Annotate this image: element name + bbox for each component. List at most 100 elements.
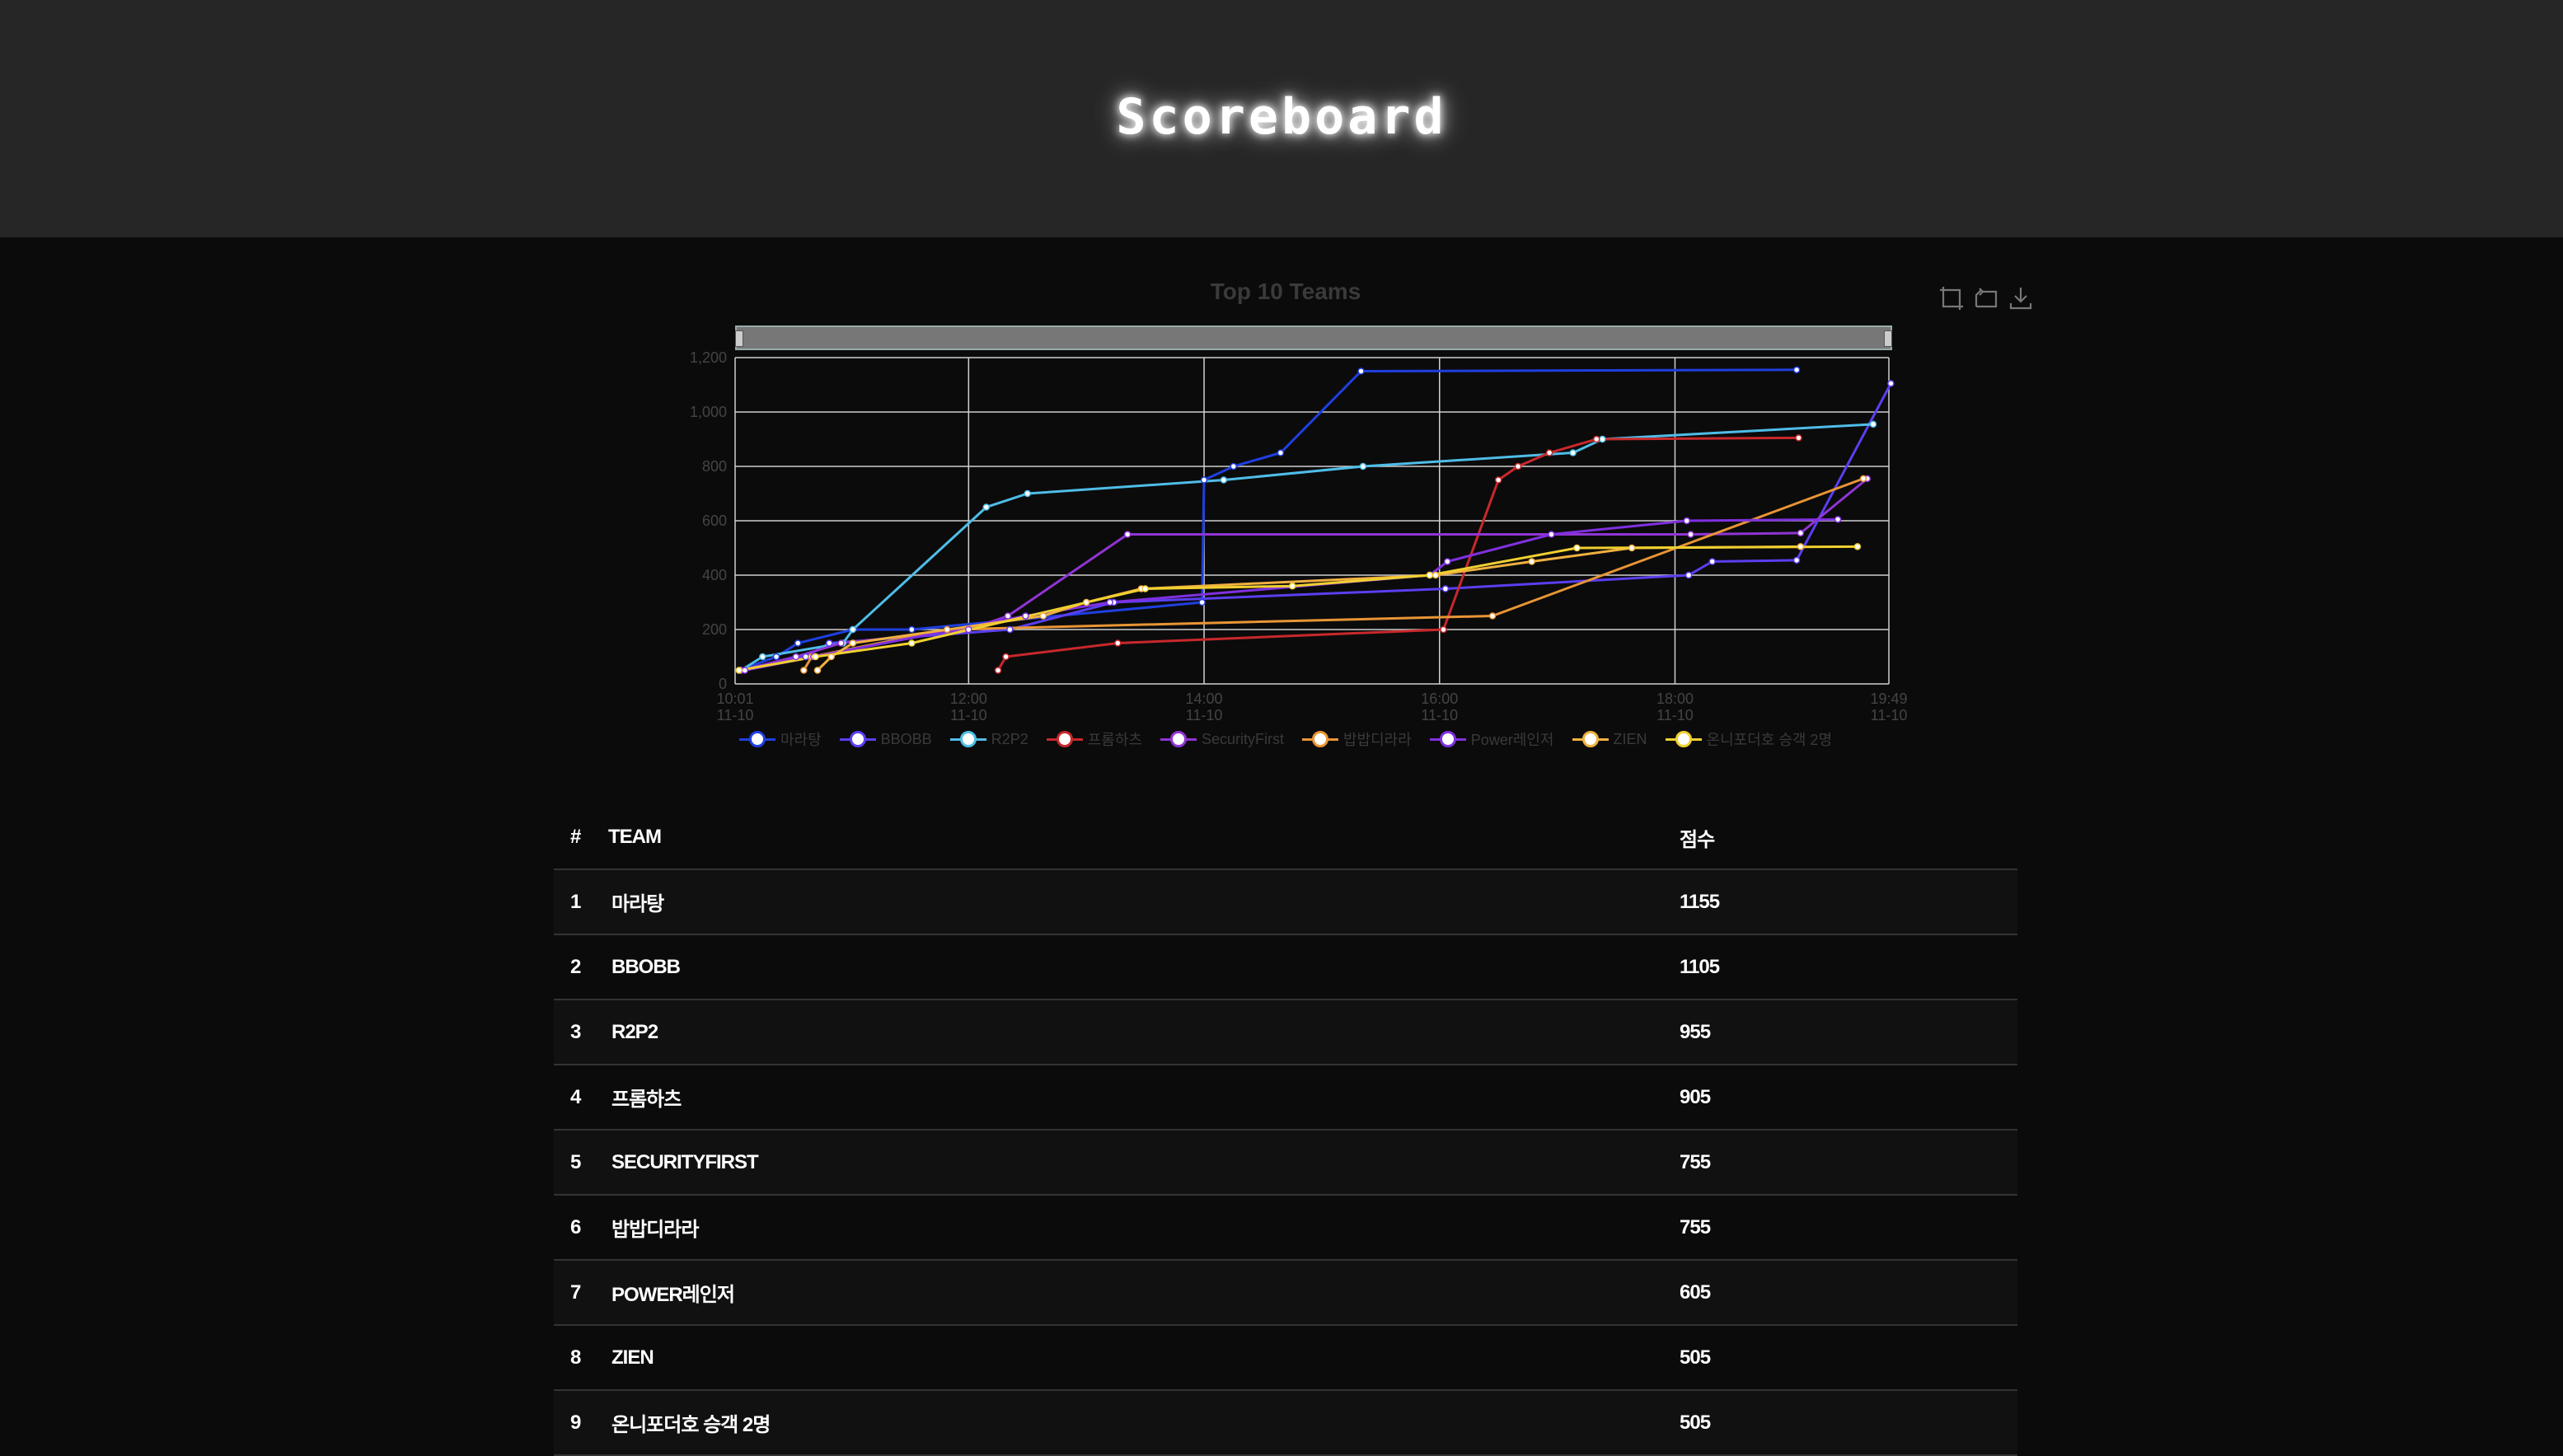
data-point	[1114, 639, 1122, 647]
data-point	[908, 625, 916, 634]
y-tick-label: 0	[719, 676, 727, 692]
legend-swatch-icon	[1160, 731, 1197, 747]
legend-swatch-icon	[1429, 731, 1466, 747]
score-line-chart: 02004006008001,0001,20010:0111-1012:0011…	[690, 349, 1908, 723]
series-line	[803, 477, 1864, 672]
data-point	[1002, 653, 1010, 661]
legend-label: 마라탕	[780, 732, 822, 748]
legend-item[interactable]: 온니포더호 승객 2명	[1665, 728, 1833, 750]
legend-item[interactable]: R2P2	[949, 728, 1028, 750]
data-point	[1006, 625, 1014, 634]
legend-item[interactable]: 마라탕	[738, 728, 822, 750]
team-cell[interactable]: POWER레인저	[592, 1260, 1663, 1326]
data-point	[1357, 368, 1365, 375]
team-name[interactable]: 프롬하츠	[611, 1088, 682, 1111]
team-cell[interactable]: SECURITYFIRST	[592, 1130, 1663, 1196]
x-tick-label: 12:00	[950, 691, 987, 707]
data-point	[1834, 516, 1842, 523]
y-tick-label: 400	[702, 567, 727, 583]
y-tick-label: 800	[702, 458, 727, 475]
x-tick-date-label: 11-10	[1186, 707, 1223, 723]
score-cell: 1155	[1663, 869, 2017, 935]
data-point	[1022, 612, 1029, 620]
data-point	[1687, 531, 1694, 538]
legend-item[interactable]: 밥밥디라라	[1301, 728, 1412, 750]
data-point	[1082, 598, 1090, 606]
data-point	[1200, 476, 1208, 484]
data-point	[772, 653, 780, 661]
legend-label: BBOBB	[880, 730, 932, 747]
series-line	[996, 436, 1799, 672]
data-point	[1288, 582, 1296, 590]
x-tick-date-label: 11-10	[950, 707, 987, 723]
legend-item[interactable]: ZIEN	[1572, 728, 1647, 750]
table-row: 8 ZIEN 505	[554, 1325, 2017, 1391]
team-cell[interactable]: BBOBB	[592, 934, 1663, 1000]
series-line	[816, 545, 1801, 672]
legend-swatch-icon	[738, 731, 775, 747]
legend-item[interactable]: 프롬하츠	[1046, 728, 1142, 750]
team-cell[interactable]: 마라탕	[592, 869, 1663, 935]
data-point	[1004, 612, 1012, 620]
score-cell: 755	[1663, 1130, 2017, 1196]
team-cell[interactable]: 온니포더호 승객 2명	[592, 1390, 1663, 1456]
legend-label: ZIEN	[1613, 730, 1647, 747]
score-cell: 505	[1663, 1325, 2017, 1391]
data-point	[794, 639, 802, 647]
legend-item[interactable]: BBOBB	[839, 728, 932, 750]
team-name[interactable]: BBOBB	[611, 956, 681, 978]
data-point	[849, 625, 857, 634]
table-row: 2 BBOBB 1105	[554, 934, 2017, 1000]
legend-swatch-icon	[949, 731, 986, 747]
series-line	[738, 545, 1858, 672]
data-point	[1123, 531, 1132, 538]
data-point	[827, 653, 835, 661]
series-line	[738, 368, 1797, 672]
team-name[interactable]: 마라탕	[611, 893, 664, 915]
data-point	[741, 667, 749, 674]
data-point	[812, 653, 819, 661]
legend-swatch-icon	[839, 731, 876, 747]
team-name[interactable]: ZIEN	[611, 1346, 654, 1369]
score-header: 점수	[1663, 806, 2017, 870]
data-point	[908, 639, 916, 647]
table-row: 9 온니포더호 승객 2명 505	[554, 1390, 2017, 1456]
x-tick-label: 10:01	[716, 691, 753, 707]
legend-label: 온니포더호 승객 2명	[1706, 732, 1833, 748]
legend-label: R2P2	[991, 730, 1028, 747]
legend-item[interactable]: Power레인저	[1429, 728, 1554, 750]
data-point	[1545, 449, 1553, 456]
team-cell[interactable]: 밥밥디라라	[592, 1195, 1663, 1261]
data-point	[1141, 585, 1149, 592]
team-cell[interactable]: ZIEN	[592, 1325, 1663, 1391]
x-tick-label: 14:00	[1186, 691, 1223, 707]
rank-cell: 8	[554, 1325, 592, 1391]
data-point	[1869, 420, 1877, 428]
data-point	[1440, 625, 1447, 634]
data-point	[1441, 585, 1450, 592]
team-name[interactable]: R2P2	[611, 1021, 658, 1043]
data-point	[965, 625, 972, 634]
team-name[interactable]: 밥밥디라라	[611, 1219, 699, 1241]
data-point	[759, 653, 766, 661]
legend-item[interactable]: SecurityFirst	[1160, 728, 1284, 750]
team-name[interactable]: POWER레인저	[611, 1284, 735, 1306]
team-cell[interactable]: R2P2	[592, 1000, 1663, 1065]
legend-swatch-icon	[1572, 731, 1609, 747]
data-point	[1230, 462, 1238, 471]
score-cell: 755	[1663, 1195, 2017, 1261]
data-point	[1548, 531, 1555, 538]
team-name[interactable]: 온니포더호 승객 2명	[611, 1414, 771, 1436]
data-point	[1683, 517, 1691, 525]
data-point	[1106, 598, 1114, 606]
x-tick-label: 18:00	[1656, 691, 1694, 707]
data-point	[1592, 435, 1600, 443]
chart-legend: 마라탕 BBOBB R2P2 프롬하츠 SecurityFirst 밥밥디라라 Power레…	[0, 728, 2563, 750]
score-cell: 505	[1663, 1390, 2017, 1456]
team-name[interactable]: SECURITYFIRST	[611, 1151, 759, 1173]
legend-swatch-icon	[1665, 731, 1702, 747]
team-cell[interactable]: 프롬하츠	[592, 1065, 1663, 1131]
data-point	[802, 653, 809, 661]
score-cell: 1105	[1663, 934, 2017, 1000]
legend-label: SecurityFirst	[1201, 730, 1284, 747]
